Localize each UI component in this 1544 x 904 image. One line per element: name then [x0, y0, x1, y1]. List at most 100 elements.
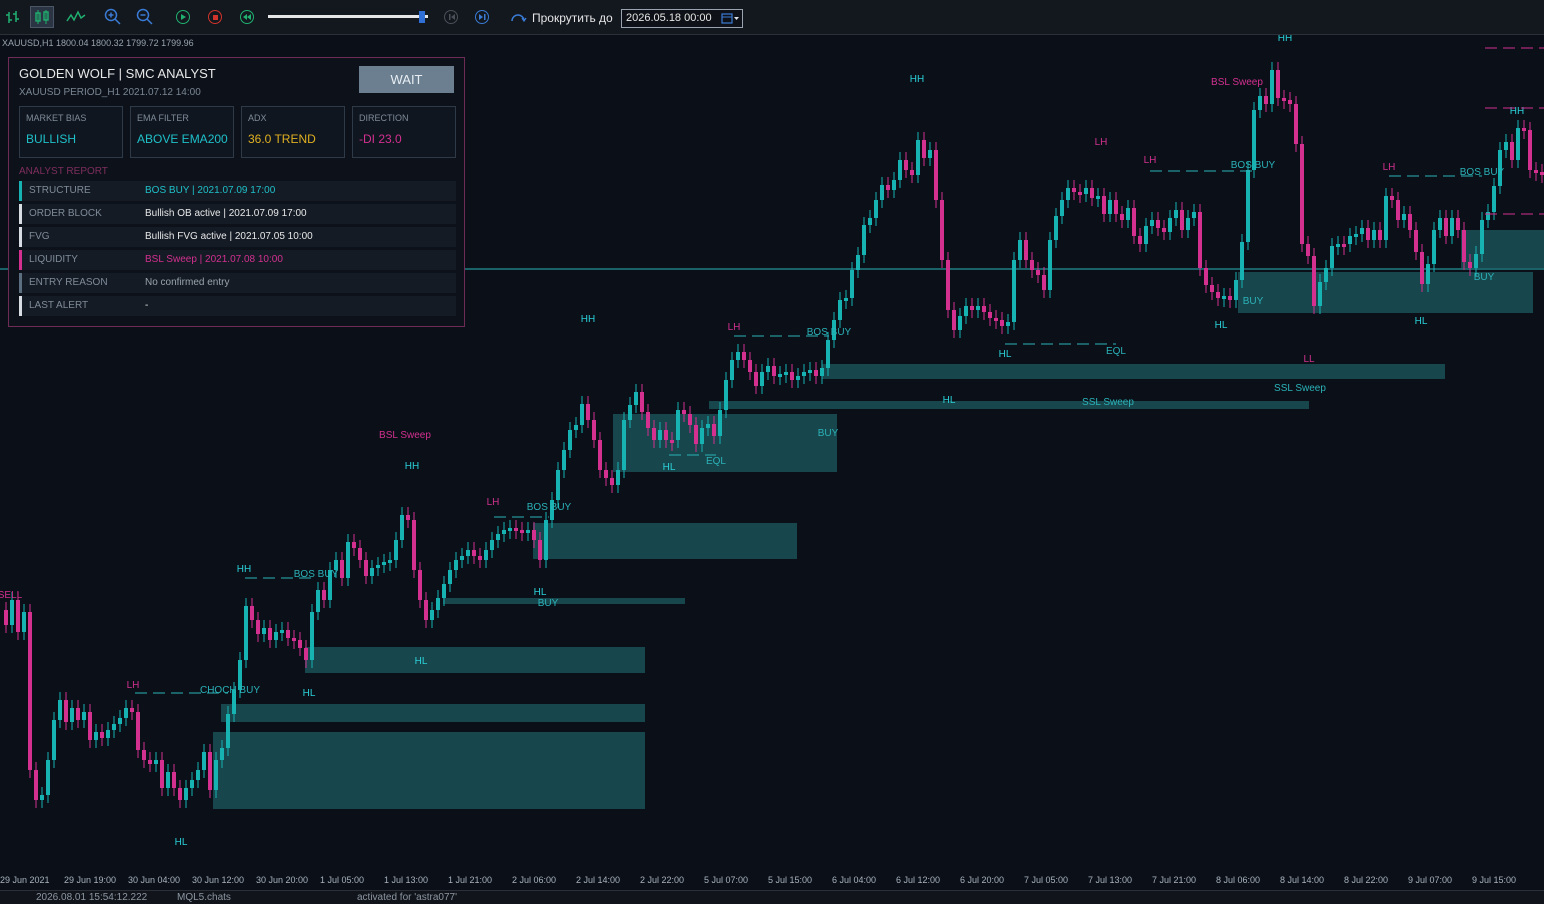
status-message: activated for 'astra077' — [357, 892, 457, 903]
time-tick-label: 6 Jul 20:00 — [960, 875, 1005, 885]
adx-card: ADX 36.0 TREND — [241, 106, 345, 158]
candle-body — [616, 470, 620, 485]
candle-body — [502, 530, 506, 534]
candle-body — [904, 160, 908, 170]
row-marker — [19, 181, 22, 201]
card-value: BULLISH — [26, 132, 77, 146]
candle-body — [1258, 96, 1262, 110]
candle-body — [1084, 188, 1088, 194]
candle-body — [1318, 282, 1322, 306]
time-tick-label: 7 Jul 13:00 — [1088, 875, 1133, 885]
candle-body — [346, 542, 350, 578]
chart-annotation: LH — [127, 680, 140, 691]
candle-body — [418, 570, 422, 600]
speed-slider[interactable] — [266, 11, 432, 23]
candle-body — [1054, 216, 1058, 240]
candle-body — [1162, 228, 1166, 232]
candle-body — [862, 225, 866, 255]
zoom-out-icon[interactable] — [133, 6, 157, 28]
candle-body — [154, 760, 158, 764]
line-chart-icon[interactable] — [64, 6, 88, 28]
step-back-icon[interactable] — [439, 6, 463, 28]
candle-body — [916, 140, 920, 175]
candlestick-chart-icon[interactable] — [30, 6, 54, 28]
candle-body — [94, 732, 98, 740]
candle-body — [82, 712, 86, 720]
candle-body — [802, 372, 806, 376]
candle-body — [1228, 296, 1232, 300]
candle-body — [604, 470, 608, 478]
candle-body — [886, 185, 890, 190]
panel-title: GOLDEN WOLF | SMC ANALYST — [19, 66, 216, 81]
candle-body — [1306, 244, 1310, 256]
chart-annotation: BUY — [1474, 272, 1495, 283]
candle-body — [508, 528, 512, 531]
chart-annotation: BOS BUY — [1231, 160, 1276, 171]
chart-annotation: LH — [1144, 155, 1157, 166]
row-marker — [19, 273, 22, 293]
candle-body — [1450, 218, 1454, 236]
chart-annotation: SELL — [0, 590, 23, 601]
scroll-to-icon[interactable] — [508, 6, 528, 28]
candle-body — [1324, 268, 1328, 282]
stop-icon[interactable] — [203, 6, 227, 28]
row-key: ENTRY REASON — [29, 277, 108, 288]
report-row-liquidity: LIQUIDITY BSL Sweep | 2021.07.08 10:00 — [19, 250, 456, 270]
calendar-icon[interactable] — [721, 12, 739, 31]
candle-body — [1240, 242, 1244, 280]
candle-body — [844, 298, 848, 301]
candle-body — [1066, 188, 1070, 200]
candle-body — [370, 568, 374, 576]
card-label: MARKET BIAS — [26, 113, 87, 123]
candle-body — [952, 310, 956, 330]
chart-annotation: HH — [581, 314, 595, 325]
candle-body — [652, 428, 656, 440]
candle-body — [1114, 200, 1118, 214]
candle-body — [1216, 292, 1220, 298]
wait-button[interactable]: WAIT — [359, 66, 454, 93]
scroll-date-input[interactable]: 2026.05.18 00:00 — [621, 9, 743, 28]
candle-body — [1042, 275, 1046, 290]
row-marker — [19, 204, 22, 224]
candle-body — [946, 260, 950, 310]
candle-body — [736, 352, 740, 360]
speed-slider-thumb[interactable] — [418, 11, 425, 23]
candle-body — [256, 620, 260, 634]
candle-body — [250, 606, 254, 620]
candle-body — [196, 770, 200, 780]
time-tick-label: 6 Jul 04:00 — [832, 875, 877, 885]
candle-body — [1336, 244, 1340, 247]
candle-body — [1072, 188, 1076, 192]
play-icon[interactable] — [171, 6, 195, 28]
row-value: Bullish FVG active | 2021.07.05 10:00 — [145, 231, 313, 242]
candle-body — [1096, 196, 1100, 199]
candle-body — [568, 430, 572, 450]
row-marker — [19, 250, 22, 270]
candle-body — [190, 780, 194, 788]
candle-body — [130, 708, 134, 712]
candle-body — [1144, 226, 1148, 244]
candle-body — [922, 140, 926, 158]
candle-body — [928, 150, 932, 158]
row-value: Bullish OB active | 2021.07.09 17:00 — [145, 208, 307, 219]
candle-body — [160, 760, 164, 788]
rewind-icon[interactable] — [235, 6, 259, 28]
candle-body — [292, 638, 296, 641]
chart-annotation: HL — [663, 462, 676, 473]
bar-chart-icon[interactable] — [2, 6, 26, 28]
order-block-zone — [1461, 230, 1544, 268]
candle-body — [310, 612, 314, 660]
time-tick-label: 29 Jun 19:00 — [64, 875, 117, 885]
zoom-in-icon[interactable] — [101, 6, 125, 28]
step-forward-icon[interactable] — [470, 6, 494, 28]
candle-body — [610, 478, 614, 485]
time-tick-label: 30 Jun 12:00 — [192, 875, 245, 885]
chart-annotation: HL — [943, 395, 956, 406]
chart-annotation: BUY — [818, 428, 839, 439]
candle-body — [766, 366, 770, 372]
time-tick-label: 2 Jul 14:00 — [576, 875, 621, 885]
candle-body — [376, 565, 380, 568]
time-tick-label: 9 Jul 07:00 — [1408, 875, 1453, 885]
candle-body — [622, 420, 626, 470]
candle-body — [304, 648, 308, 660]
